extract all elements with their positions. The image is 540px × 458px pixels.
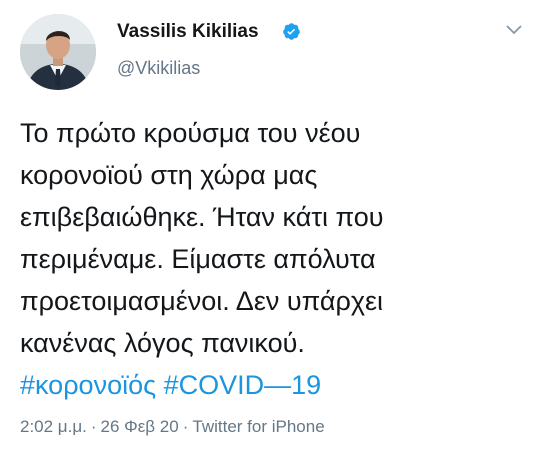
hashtag-link[interactable]: #κορονοϊός [20, 370, 156, 400]
tweet-text-line: περιμέναμε. Είμαστε απόλυτα [20, 244, 376, 274]
meta-separator: · [90, 417, 97, 436]
profile-photo-avatar [20, 14, 96, 90]
author-handle[interactable]: @Vkikilias [117, 58, 200, 79]
tweet-card: Vassilis Kikilias @Vkikilias Το πρώτο κρ… [0, 0, 540, 458]
tweet-metadata: 2:02 μ.μ. · 26 Φεβ 20 · Twitter for iPhone [20, 417, 325, 437]
tweet-date[interactable]: 26 Φεβ 20 [101, 417, 179, 436]
tweet-text-line: προετοιμασμένοι. Δεν υπάρχει [20, 286, 384, 316]
tweet-text-line: Το πρώτο κρούσμα του νέου [20, 118, 361, 148]
tweet-time[interactable]: 2:02 μ.μ. [20, 417, 87, 436]
hashtag-link[interactable]: #COVID—19 [164, 370, 322, 400]
tweet-text-line: κορονοϊού στη χώρα μας [20, 160, 318, 190]
meta-separator: · [182, 417, 189, 436]
verified-badge-icon [283, 23, 300, 40]
tweet-text-line: επιβεβαιώθηκε. Ήταν κάτι που [20, 202, 384, 232]
avatar[interactable] [20, 14, 96, 90]
tweet-source[interactable]: Twitter for iPhone [192, 417, 324, 436]
chevron-down-icon[interactable] [505, 24, 523, 36]
hashtag-row: #κορονοϊός #COVID—19 [20, 364, 530, 406]
tweet-text-line: κανένας λόγος πανικού. [20, 328, 305, 358]
author-display-name[interactable]: Vassilis Kikilias [117, 21, 259, 43]
tweet-text: Το πρώτο κρούσμα του νέου κορονοϊού στη … [20, 112, 530, 406]
